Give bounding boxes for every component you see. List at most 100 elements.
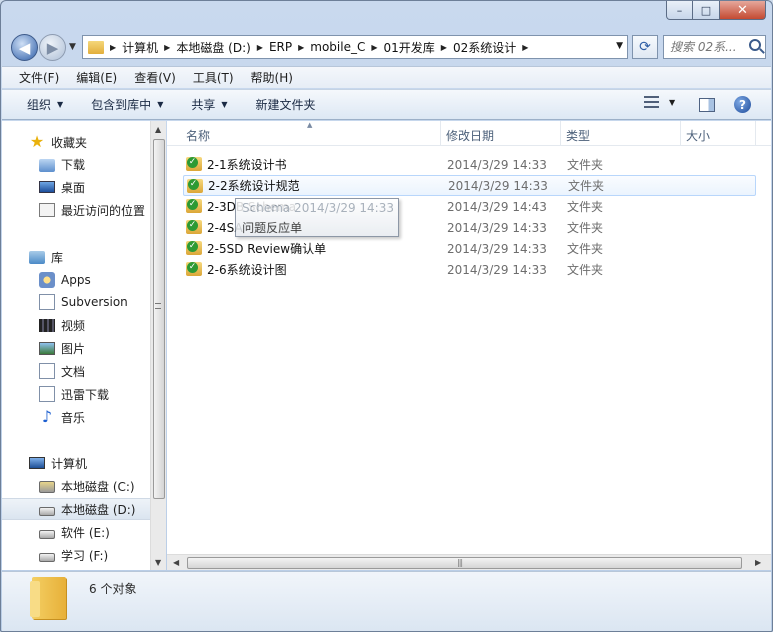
menu-help[interactable]: 帮助(H)	[251, 69, 293, 86]
folder-icon	[30, 577, 66, 619]
nav-drive-c[interactable]: 本地磁盘 (C:)	[2, 475, 150, 497]
new-folder-button[interactable]: 新建文件夹	[256, 96, 316, 113]
chevron-right-icon[interactable]: ▶	[257, 43, 263, 52]
minimize-button[interactable]: –	[666, 1, 693, 20]
sort-ascending-icon: ▲	[307, 121, 313, 129]
nav-desktop[interactable]: 桌面	[2, 176, 150, 198]
apps-library-icon	[39, 272, 55, 288]
close-button[interactable]: ✕	[720, 1, 766, 20]
chevron-right-icon[interactable]: ▶	[441, 43, 447, 52]
nav-computer[interactable]: 计算机	[2, 452, 150, 474]
share-button[interactable]: 共享 ▼	[191, 96, 227, 113]
horizontal-scrollbar[interactable]: ◀ ||| ▶	[167, 554, 771, 570]
nav-drive-f[interactable]: 学习 (F:)	[2, 544, 150, 566]
menu-bar: 文件(F) 编辑(E) 查看(V) 工具(T) 帮助(H)	[2, 66, 771, 88]
recent-pages-dropdown-icon[interactable]: ▼	[69, 42, 76, 52]
chevron-down-icon: ▼	[57, 100, 64, 109]
nav-drive-d[interactable]: 本地磁盘 (D:)	[2, 498, 150, 520]
computer-icon	[29, 457, 45, 469]
column-divider[interactable]	[560, 121, 561, 145]
address-dropdown-icon[interactable]: ▼	[616, 41, 623, 51]
nav-library-documents[interactable]: 文档	[2, 360, 150, 382]
breadcrumb-0[interactable]: ▶ 计算机	[110, 39, 158, 56]
menu-view[interactable]: 查看(V)	[134, 69, 176, 86]
column-name[interactable]: 名称	[186, 127, 210, 144]
nav-library-pictures[interactable]: 图片	[2, 337, 150, 359]
drag-tooltip: Schema 2014/3/29 14:33 问题反应单	[235, 198, 399, 237]
command-bar: 组织 ▼ 包含到库中 ▼ 共享 ▼ 新建文件夹 ▼ ?	[2, 89, 771, 120]
view-options-button[interactable]: ▼	[644, 96, 675, 108]
list-item[interactable]: 2-5SD Review确认单 2014/3/29 14:33 文件夹	[183, 238, 756, 259]
breadcrumb-1[interactable]: ▶ 本地磁盘 (D:)	[164, 39, 251, 56]
breadcrumb-3[interactable]: ▶ mobile_C	[298, 40, 365, 54]
synced-folder-icon	[186, 157, 202, 171]
search-icon[interactable]	[749, 39, 761, 51]
chevron-down-icon: ▼	[157, 100, 164, 109]
organize-button[interactable]: 组织 ▼	[27, 96, 63, 113]
nav-pane-scrollbar[interactable]: ▲ ▼	[150, 121, 166, 570]
menu-edit[interactable]: 编辑(E)	[76, 69, 117, 86]
chevron-right-icon[interactable]: ▶	[164, 43, 170, 52]
chevron-right-icon[interactable]: ▶	[371, 43, 377, 52]
back-button[interactable]: ◀	[11, 34, 38, 61]
nav-drive-e[interactable]: 软件 (E:)	[2, 521, 150, 543]
search-input[interactable]	[670, 40, 750, 54]
maximize-button[interactable]: □	[693, 1, 720, 20]
documents-library-icon	[39, 363, 55, 379]
scrollbar-thumb[interactable]	[187, 557, 742, 569]
address-bar[interactable]: ▶ 计算机 ▶ 本地磁盘 (D:) ▶ ERP ▶ mobile_C ▶ 01开发库 ▶ 0…	[82, 35, 628, 59]
column-divider[interactable]	[755, 121, 756, 145]
list-item[interactable]: 2-2系统设计规范 2014/3/29 14:33 文件夹	[183, 175, 756, 196]
chevron-right-icon[interactable]: ▶	[110, 43, 116, 52]
chevron-right-icon[interactable]: ▶	[522, 43, 528, 52]
synced-folder-icon	[186, 199, 202, 213]
column-headers: ▲ 名称 修改日期 类型 大小	[167, 121, 771, 146]
desktop-icon	[39, 181, 55, 193]
list-item[interactable]: 2-6系统设计图 2014/3/29 14:33 文件夹	[183, 259, 756, 280]
search-box[interactable]	[663, 35, 766, 59]
scroll-right-icon[interactable]: ▶	[755, 558, 761, 567]
scroll-down-icon[interactable]: ▼	[155, 558, 161, 567]
synced-folder-icon	[186, 220, 202, 234]
help-button[interactable]: ?	[734, 96, 751, 113]
file-list: ▲ 名称 修改日期 类型 大小 2-1系统设计书 2014/3/29 14:33…	[167, 121, 771, 570]
nav-favorites[interactable]: ★ 收藏夹	[2, 131, 150, 153]
column-divider[interactable]	[440, 121, 441, 145]
scroll-up-icon[interactable]: ▲	[155, 125, 161, 134]
view-list-icon	[644, 96, 659, 108]
video-library-icon	[39, 318, 55, 332]
nav-library-music[interactable]: ♪ 音乐	[2, 406, 150, 428]
nav-libraries[interactable]: 库	[2, 246, 150, 268]
nav-library-apps[interactable]: Apps	[2, 269, 150, 291]
breadcrumb-4[interactable]: ▶ 01开发库	[371, 39, 434, 56]
nav-downloads[interactable]: 下载	[2, 153, 150, 175]
breadcrumb-5[interactable]: ▶ 02系统设计 ▶	[441, 39, 535, 56]
recent-places-icon	[39, 203, 55, 217]
refresh-button[interactable]: ⟳	[632, 35, 658, 59]
explorer-window: – □ ✕ ◀ ▶ ▼ ▶ 计算机 ▶ 本地磁盘 (D:) ▶ ERP ▶ mobile…	[0, 0, 773, 632]
nav-library-videos[interactable]: 视频	[2, 314, 150, 336]
navigation-bar: ◀ ▶ ▼ ▶ 计算机 ▶ 本地磁盘 (D:) ▶ ERP ▶ mobile_C ▶ 01…	[9, 31, 766, 61]
scrollbar-grip-icon	[155, 303, 161, 309]
list-item[interactable]: 2-1系统设计书 2014/3/29 14:33 文件夹	[183, 154, 756, 175]
column-date[interactable]: 修改日期	[446, 127, 494, 144]
column-size[interactable]: 大小	[686, 127, 710, 144]
breadcrumb-2[interactable]: ▶ ERP	[257, 40, 292, 54]
nav-recent-places[interactable]: 最近访问的位置	[2, 199, 150, 221]
include-in-library-button[interactable]: 包含到库中 ▼	[91, 96, 163, 113]
scroll-left-icon[interactable]: ◀	[173, 558, 179, 567]
help-icon: ?	[734, 96, 751, 113]
star-icon: ★	[29, 132, 45, 151]
nav-library-subversion[interactable]: Subversion	[2, 291, 150, 313]
menu-file[interactable]: 文件(F)	[19, 69, 59, 86]
column-divider[interactable]	[680, 121, 681, 145]
synced-folder-icon	[187, 179, 203, 193]
chevron-right-icon[interactable]: ▶	[298, 43, 304, 52]
column-type[interactable]: 类型	[566, 127, 590, 144]
forward-button[interactable]: ▶	[39, 34, 66, 61]
scrollbar-thumb[interactable]	[153, 139, 165, 499]
preview-pane-button[interactable]	[699, 98, 715, 112]
menu-tools[interactable]: 工具(T)	[193, 69, 234, 86]
caption-buttons: – □ ✕	[666, 1, 766, 20]
nav-library-thunder-downloads[interactable]: 迅雷下载	[2, 383, 150, 405]
